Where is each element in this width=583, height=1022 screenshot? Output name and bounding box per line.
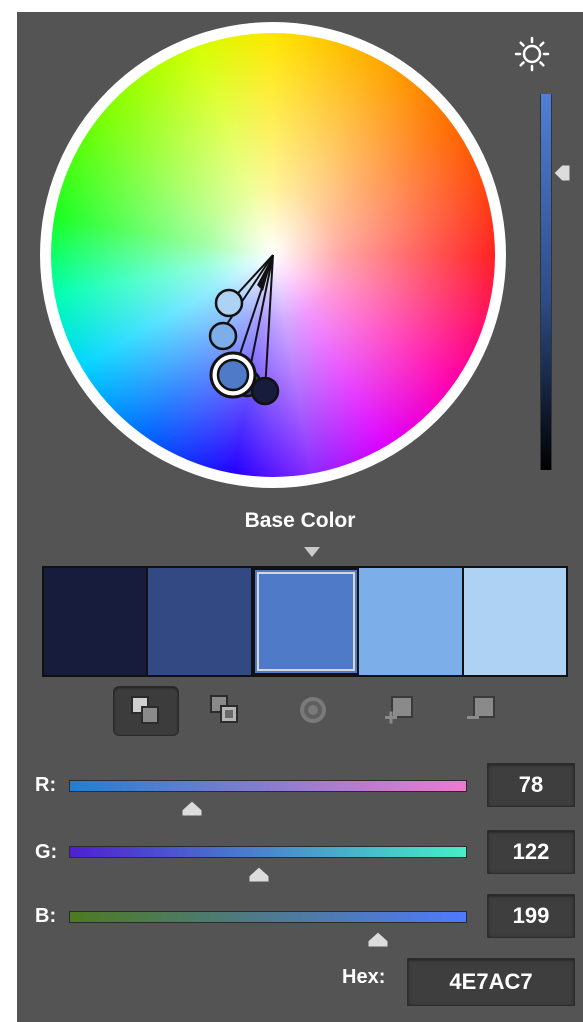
hex-label: Hex: <box>342 966 386 988</box>
stacked-squares-icon <box>210 695 238 723</box>
swatch-5[interactable] <box>463 568 567 675</box>
swatch-3[interactable] <box>252 568 360 675</box>
color-wheel-markers <box>208 254 280 406</box>
target-icon <box>300 697 326 723</box>
overlapping-squares-icon <box>131 696 159 724</box>
add-color-button[interactable] <box>367 686 431 734</box>
green-value-field[interactable]: 122 <box>487 830 575 874</box>
color-wheel-border <box>40 22 506 488</box>
red-slider-track[interactable] <box>69 780 467 792</box>
base-color-indicator-arrow <box>304 547 320 557</box>
base-color-label: Base Color <box>244 509 356 532</box>
brightness-sun-icon <box>514 36 550 72</box>
red-value-field[interactable]: 78 <box>487 763 575 807</box>
target-mode-button[interactable] <box>281 686 345 734</box>
set-base-color-mode-button[interactable] <box>113 686 179 736</box>
layer-swap-mode-button[interactable] <box>193 686 257 734</box>
harmony-marker-5 <box>214 288 244 318</box>
swatch-2[interactable] <box>148 568 253 675</box>
remove-square-icon <box>467 696 495 719</box>
brightness-slider-track[interactable] <box>540 94 552 470</box>
color-swatches <box>42 566 568 677</box>
blue-value-field[interactable]: 199 <box>487 894 575 938</box>
color-wheel[interactable] <box>51 33 495 477</box>
green-slider-track[interactable] <box>69 846 467 858</box>
green-label: G: <box>35 841 58 863</box>
harmony-marker-4 <box>208 321 238 351</box>
harmony-mode-buttons <box>113 686 513 736</box>
blue-label: B: <box>35 905 57 927</box>
add-square-icon <box>385 696 413 724</box>
hex-value-field[interactable]: 4E7AC7 <box>407 958 575 1006</box>
remove-color-button[interactable] <box>449 686 513 734</box>
color-guide-panel: Base Color R: 78 G: 122 B: 199 Hex: 4E7A… <box>17 12 583 1022</box>
harmony-marker-1 <box>250 376 280 406</box>
blue-slider-track[interactable] <box>69 911 467 923</box>
swatch-1[interactable] <box>44 568 149 675</box>
red-label: R: <box>35 774 57 796</box>
swatch-4[interactable] <box>359 568 464 675</box>
